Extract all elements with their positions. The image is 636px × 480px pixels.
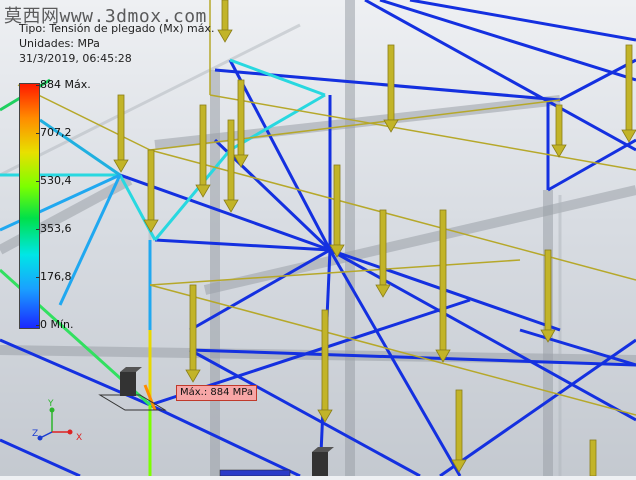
axis-triad[interactable]: X Y Z (30, 396, 90, 446)
result-type-label: Tipo: Tensión de plegado (Mx) máx. (19, 22, 215, 35)
3d-viewport[interactable] (0, 0, 636, 478)
frame-model (0, 0, 636, 478)
result-info-panel: Tipo: Tensión de plegado (Mx) máx. Unida… (19, 21, 214, 66)
load-arrows (113, 0, 636, 477)
legend-tick-max: 884 Máx. (36, 78, 91, 91)
units-label: Unidades: MPa (19, 37, 100, 50)
legend-tick: 353,6 (36, 222, 72, 235)
legend-tick: 530,4 (36, 174, 72, 187)
legend-tick-min: 0 Mín. (36, 318, 74, 331)
frame-members (0, 0, 636, 478)
legend-tick: 707,2 (36, 126, 72, 139)
legend-tick: 176,8 (36, 270, 72, 283)
x-axis-label: X (76, 433, 82, 443)
color-legend-bar (19, 83, 40, 329)
max-value-probe[interactable]: Máx.: 884 MPa (176, 385, 258, 401)
timestamp-label: 31/3/2019, 06:45:28 (19, 52, 132, 65)
z-axis-label: Z (32, 429, 38, 439)
y-axis-label: Y (47, 399, 54, 409)
